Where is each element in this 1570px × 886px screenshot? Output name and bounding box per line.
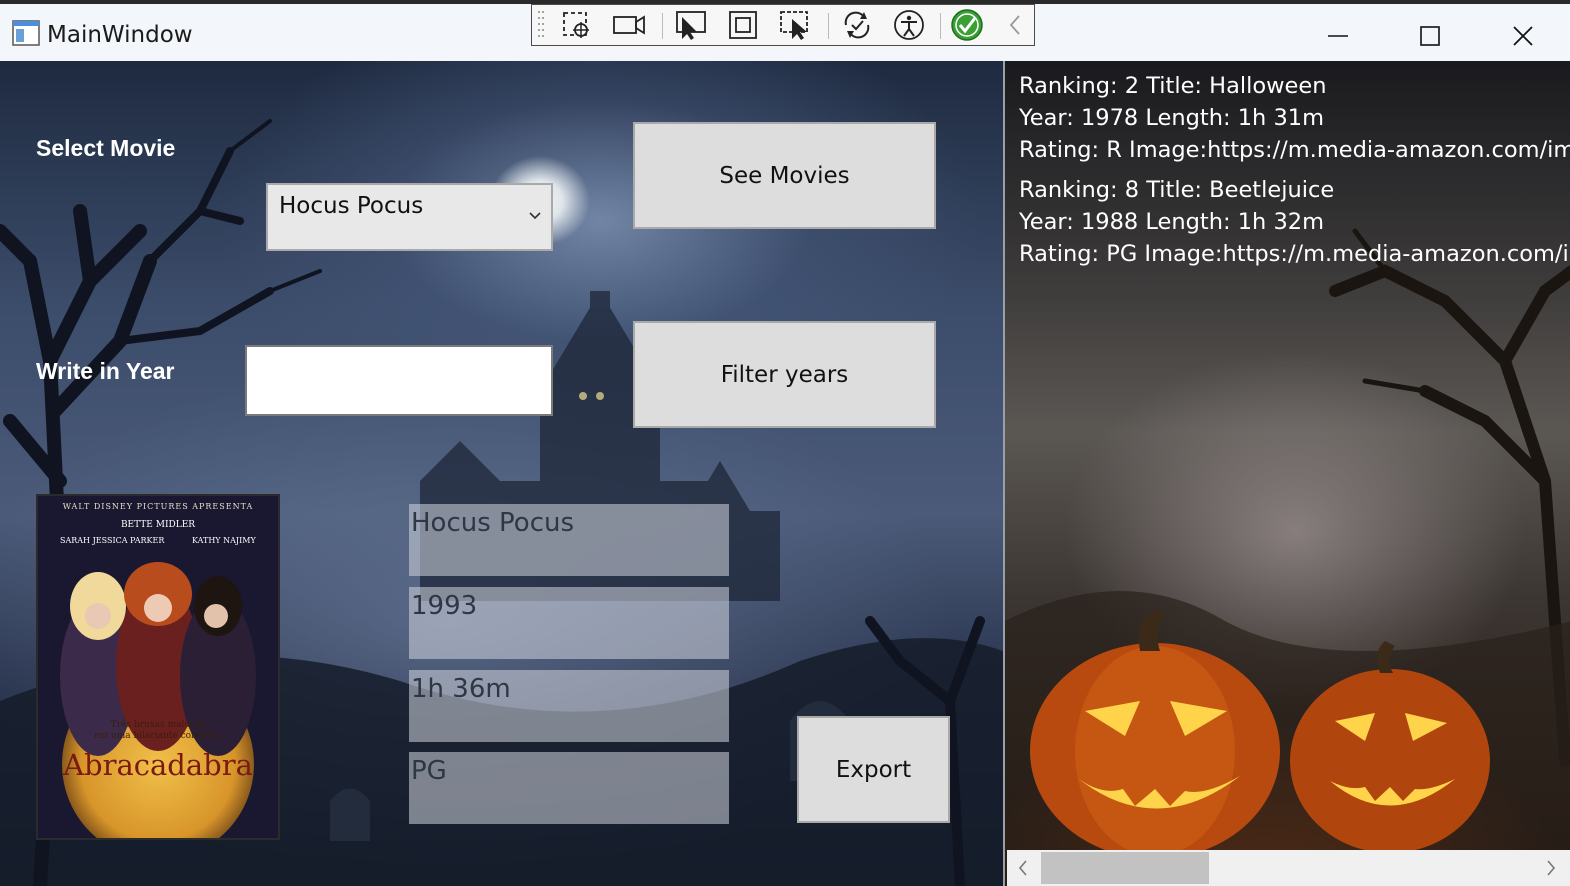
detail-year-field: 1993 bbox=[409, 587, 729, 659]
year-input[interactable] bbox=[245, 345, 553, 416]
list-item-line-2: Year: 1978 Length: 1h 31m bbox=[1019, 105, 1325, 131]
horizontal-scrollbar[interactable] bbox=[1007, 850, 1570, 886]
chevron-left-icon bbox=[1018, 860, 1027, 876]
display-layout-icon[interactable] bbox=[726, 10, 760, 40]
scroll-right-button[interactable] bbox=[1539, 856, 1563, 880]
detail-length-field: 1h 36m bbox=[409, 670, 729, 742]
poster-actor-2: SARAH JESSICA PARKER bbox=[60, 536, 165, 545]
see-movies-button[interactable]: See Movies bbox=[633, 122, 936, 229]
poster-actor-3: KATHY NAJIMY bbox=[192, 536, 256, 545]
poster-tagline-1: Três bruxas malucas bbox=[110, 720, 206, 730]
detail-title-field: Hocus Pocus bbox=[409, 504, 729, 576]
minimize-icon bbox=[1328, 35, 1348, 37]
main-form-panel: Select Movie Hocus Pocus See Movies Writ… bbox=[0, 61, 1003, 886]
accessibility-icon[interactable] bbox=[892, 10, 926, 40]
chevron-down-icon bbox=[529, 212, 541, 220]
export-button[interactable]: Export bbox=[797, 716, 950, 823]
xaml-debug-toolbar bbox=[531, 4, 1035, 46]
movie-list-panel: Ranking: 2 Title: Halloween Year: 1978 L… bbox=[1003, 61, 1570, 886]
write-year-label: Write in Year bbox=[36, 358, 175, 384]
selected-movie-value: Hocus Pocus bbox=[279, 193, 424, 219]
maximize-button[interactable] bbox=[1384, 8, 1476, 64]
list-item-line-3: Rating: R Image:https://m.media-amazon.c… bbox=[1019, 137, 1570, 163]
maximize-icon bbox=[1420, 26, 1440, 46]
list-item-line-2: Year: 1988 Length: 1h 32m bbox=[1019, 209, 1325, 235]
minimize-button[interactable] bbox=[1292, 8, 1384, 64]
poster-header: WALT DISNEY PICTURES APRESENTA bbox=[62, 502, 254, 511]
list-item-line-1: Ranking: 8 Title: Beetlejuice bbox=[1019, 177, 1335, 203]
list-item-line-3: Rating: PG Image:https://m.media-amazon.… bbox=[1019, 241, 1570, 267]
select-movie-label: Select Movie bbox=[36, 135, 176, 161]
drag-grip-icon[interactable] bbox=[534, 10, 548, 40]
poster-tagline-2: em uma hilariante comédia. bbox=[94, 731, 222, 741]
list-item-line-1: Ranking: 2 Title: Halloween bbox=[1019, 73, 1327, 99]
poster-actor-1: BETTE MIDLER bbox=[120, 520, 196, 530]
scroll-left-button[interactable] bbox=[1011, 856, 1035, 880]
video-icon[interactable] bbox=[612, 10, 646, 40]
close-button[interactable] bbox=[1477, 8, 1569, 64]
select-element-icon[interactable] bbox=[560, 10, 594, 40]
window-app-icon bbox=[12, 20, 40, 46]
collapse-chevron-icon[interactable] bbox=[998, 10, 1032, 40]
pointer-select-icon[interactable] bbox=[674, 10, 708, 40]
close-icon bbox=[1513, 26, 1533, 46]
poster-title: Abracadabra bbox=[63, 748, 253, 782]
scrollbar-thumb[interactable] bbox=[1041, 852, 1209, 884]
detail-rating-field: PG bbox=[409, 752, 729, 824]
hot-reload-icon[interactable] bbox=[840, 10, 874, 40]
checkmark-icon[interactable] bbox=[950, 9, 984, 41]
chevron-right-icon bbox=[1547, 860, 1556, 876]
track-focus-icon[interactable] bbox=[778, 10, 812, 40]
window-title: MainWindow bbox=[47, 22, 193, 48]
movie-poster-image: WALT DISNEY PICTURES APRESENTA BETTE MID… bbox=[36, 494, 280, 840]
movie-select-dropdown[interactable]: Hocus Pocus bbox=[266, 183, 553, 251]
filter-years-button[interactable]: Filter years bbox=[633, 321, 936, 428]
